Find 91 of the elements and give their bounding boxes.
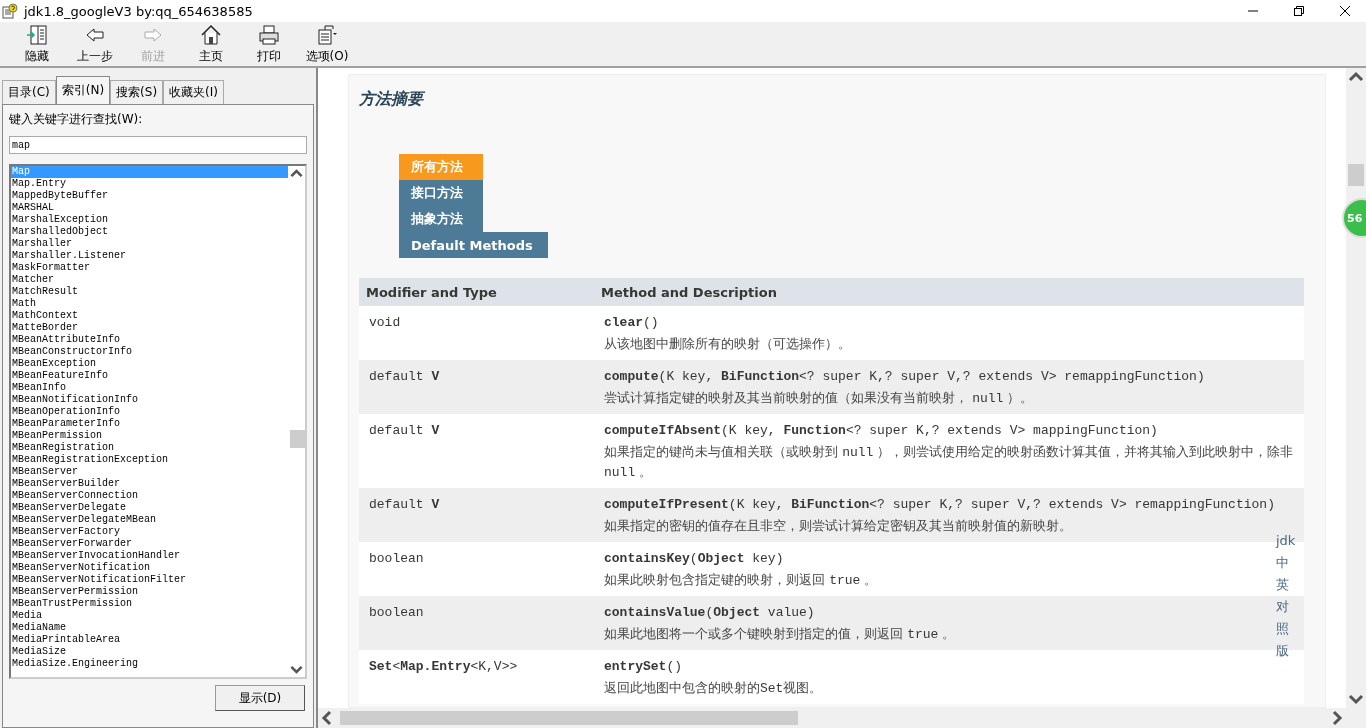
toolbar-button[interactable]: 主页 (182, 22, 240, 66)
method-filter-tab[interactable]: Default Methods (399, 232, 548, 258)
tab[interactable]: 索引(N) (55, 76, 111, 104)
index-item[interactable]: Math (11, 298, 288, 310)
index-item[interactable]: MaskFormatter (11, 262, 288, 274)
index-item[interactable]: MediaName (11, 622, 288, 634)
index-item[interactable]: MappedByteBuffer (11, 190, 288, 202)
side-link[interactable]: jdk中英对照版 (1276, 530, 1298, 662)
method-signature[interactable]: computeIfPresent(K key, BiFunction<? super K,? super V,? extends V> remappingFunction) (604, 497, 1275, 512)
type-cell: boolean (359, 596, 594, 650)
index-item[interactable]: MediaSize.Engineering (11, 658, 288, 670)
index-item[interactable]: MBeanException (11, 358, 288, 370)
index-item[interactable]: MARSHAL (11, 202, 288, 214)
method-description: 如果指定的键尚未与值相关联（或映射到 null ），则尝试使用给定的映射函数计算其值，并将其输入到此映射中，除非 null 。 (604, 443, 1294, 482)
index-item[interactable]: MBeanServerDelegateMBean (11, 514, 288, 526)
index-item[interactable]: MBeanRegistrationException (11, 454, 288, 466)
index-item[interactable]: MBeanPermission (11, 430, 288, 442)
index-item[interactable]: MBeanFeatureInfo (11, 370, 288, 382)
method-description: 返回此地图中包含的映射的Set视图。 (604, 679, 823, 698)
close-icon[interactable] (1340, 6, 1350, 16)
method-description: 从该地图中删除所有的映射（可选操作）。 (604, 335, 851, 353)
method-description: 如果此地图将一个或多个键映射到指定的值，则返回 true 。 (604, 625, 956, 644)
method-description: 如果此映射包含指定键的映射，则返回 true 。 (604, 571, 878, 590)
type-cell: void (359, 306, 594, 360)
index-item[interactable]: Matcher (11, 274, 288, 286)
index-item[interactable]: Map.Entry (11, 178, 288, 190)
scrollbar-thumb[interactable] (290, 430, 305, 448)
method-description: 尝试计算指定键的映射及其当前映射的值（如果没有当前映射， null ）。 (604, 389, 1034, 408)
method-filter-tab[interactable]: 抽象方法 (399, 206, 483, 232)
method-signature[interactable]: entrySet() (604, 659, 683, 674)
index-item[interactable]: MBeanServerNotificationFilter (11, 574, 288, 586)
type-cell: default V (359, 414, 594, 488)
column-header: Method and Description (594, 278, 1304, 306)
type-cell: default V (359, 488, 594, 542)
index-item[interactable]: Marshaller (11, 238, 288, 250)
index-item[interactable]: MBeanServerForwarder (11, 538, 288, 550)
index-item[interactable]: MBeanServer (11, 466, 288, 478)
home-icon (200, 24, 222, 46)
index-item[interactable]: MBeanServerPermission (11, 586, 288, 598)
keyword-field[interactable]: map (9, 136, 307, 154)
toolbar-button[interactable]: 选项(O) (298, 22, 356, 66)
index-item[interactable]: Media (11, 610, 288, 622)
index-item[interactable]: Marshaller.Listener (11, 250, 288, 262)
index-item[interactable]: MBeanTrustPermission (11, 598, 288, 610)
index-item[interactable]: MathContext (11, 310, 288, 322)
scrollbar-thumb[interactable] (1348, 164, 1364, 186)
tab[interactable]: 搜索(S) (110, 80, 164, 104)
index-item[interactable]: MBeanOperationInfo (11, 406, 288, 418)
type-cell: default V (359, 360, 594, 414)
toolbar-button[interactable]: 上一步 (66, 22, 124, 66)
index-item[interactable]: MBeanServerFactory (11, 526, 288, 538)
method-description: 如果指定的密钥的值存在且非空，则尝试计算给定密钥及其当前映射值的新映射。 (604, 517, 1072, 535)
toolbar-button[interactable]: 隐藏 (8, 22, 66, 66)
options-icon (316, 24, 338, 46)
index-item[interactable]: MBeanParameterInfo (11, 418, 288, 430)
toolbar-button[interactable]: 打印 (240, 22, 298, 66)
index-item[interactable]: MediaPrintableArea (11, 634, 288, 646)
index-item[interactable]: MBeanServerConnection (11, 490, 288, 502)
index-item[interactable]: MatchResult (11, 286, 288, 298)
window-title: jdk1.8_googleV3 by:qq_654638585 (24, 3, 253, 19)
method-signature[interactable]: containsKey(Object key) (604, 551, 784, 566)
index-item[interactable]: MBeanConstructorInfo (11, 346, 288, 358)
type-cell: Set<Map.Entry<K,V>> (359, 650, 594, 704)
printer-icon (258, 24, 280, 46)
method-filter-tab[interactable]: 接口方法 (399, 180, 483, 206)
index-item[interactable]: MBeanAttributeInfo (11, 334, 288, 346)
index-item[interactable]: MBeanInfo (11, 382, 288, 394)
section-heading: 方法摘要 (359, 89, 423, 110)
hide-pane-icon (26, 24, 48, 46)
method-signature[interactable]: clear() (604, 315, 659, 330)
index-item[interactable]: MBeanRegistration (11, 442, 288, 454)
index-item[interactable]: MBeanServerDelegate (11, 502, 288, 514)
search-prompt: 键入关键字进行查找(W): (9, 111, 144, 128)
index-item[interactable]: MBeanServerNotification (11, 562, 288, 574)
method-signature[interactable]: computeIfAbsent(K key, Function<? super K,? extends V> mappingFunction) (604, 423, 1158, 438)
index-item[interactable]: MarshalledObject (11, 226, 288, 238)
column-header: Modifier and Type (359, 278, 594, 306)
index-item[interactable]: MatteBorder (11, 322, 288, 334)
display-button[interactable]: 显示(D) (215, 685, 305, 711)
restore-icon[interactable] (1294, 6, 1304, 16)
index-item[interactable]: MBeanServerInvocationHandler (11, 550, 288, 562)
method-signature[interactable]: containsValue(Object value) (604, 605, 815, 620)
index-item[interactable]: MBeanServerBuilder (11, 478, 288, 490)
tab[interactable]: 目录(C) (2, 80, 56, 104)
index-item[interactable]: MediaSize (11, 646, 288, 658)
scrollbar-thumb[interactable] (340, 711, 798, 725)
method-signature[interactable]: compute(K key, BiFunction<? super K,? super V,? extends V> remappingFunction) (604, 369, 1205, 384)
tab[interactable]: 收藏夹(I) (163, 80, 224, 104)
type-cell: boolean (359, 542, 594, 596)
index-item[interactable]: MBeanNotificationInfo (11, 394, 288, 406)
index-item[interactable]: MarshalException (11, 214, 288, 226)
